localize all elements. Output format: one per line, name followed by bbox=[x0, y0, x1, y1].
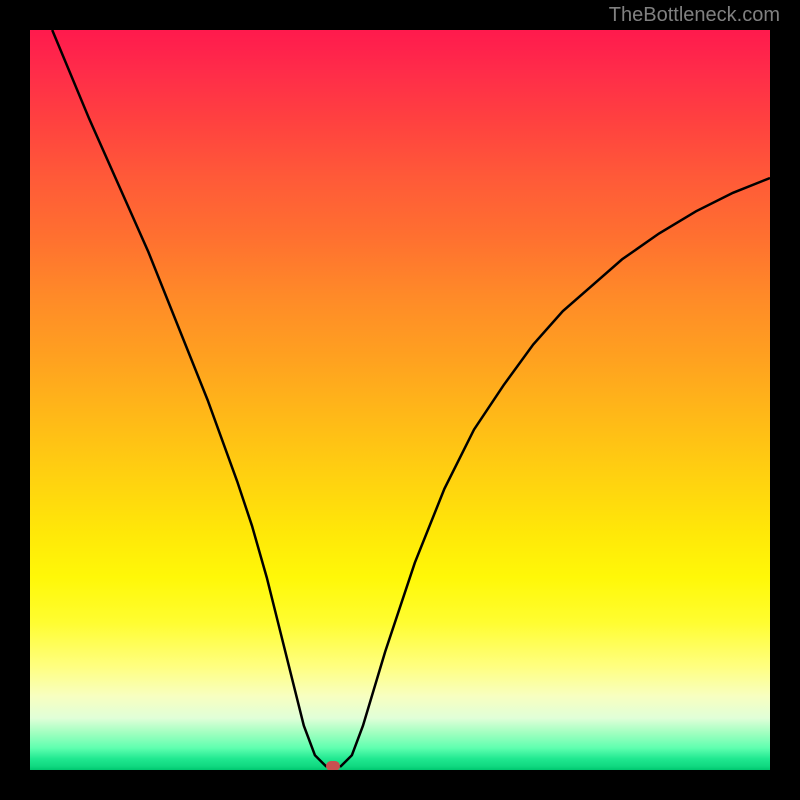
attribution-text: TheBottleneck.com bbox=[609, 4, 780, 27]
plot-area bbox=[30, 30, 770, 770]
bottleneck-curve bbox=[30, 30, 770, 770]
minimum-marker bbox=[326, 761, 340, 770]
